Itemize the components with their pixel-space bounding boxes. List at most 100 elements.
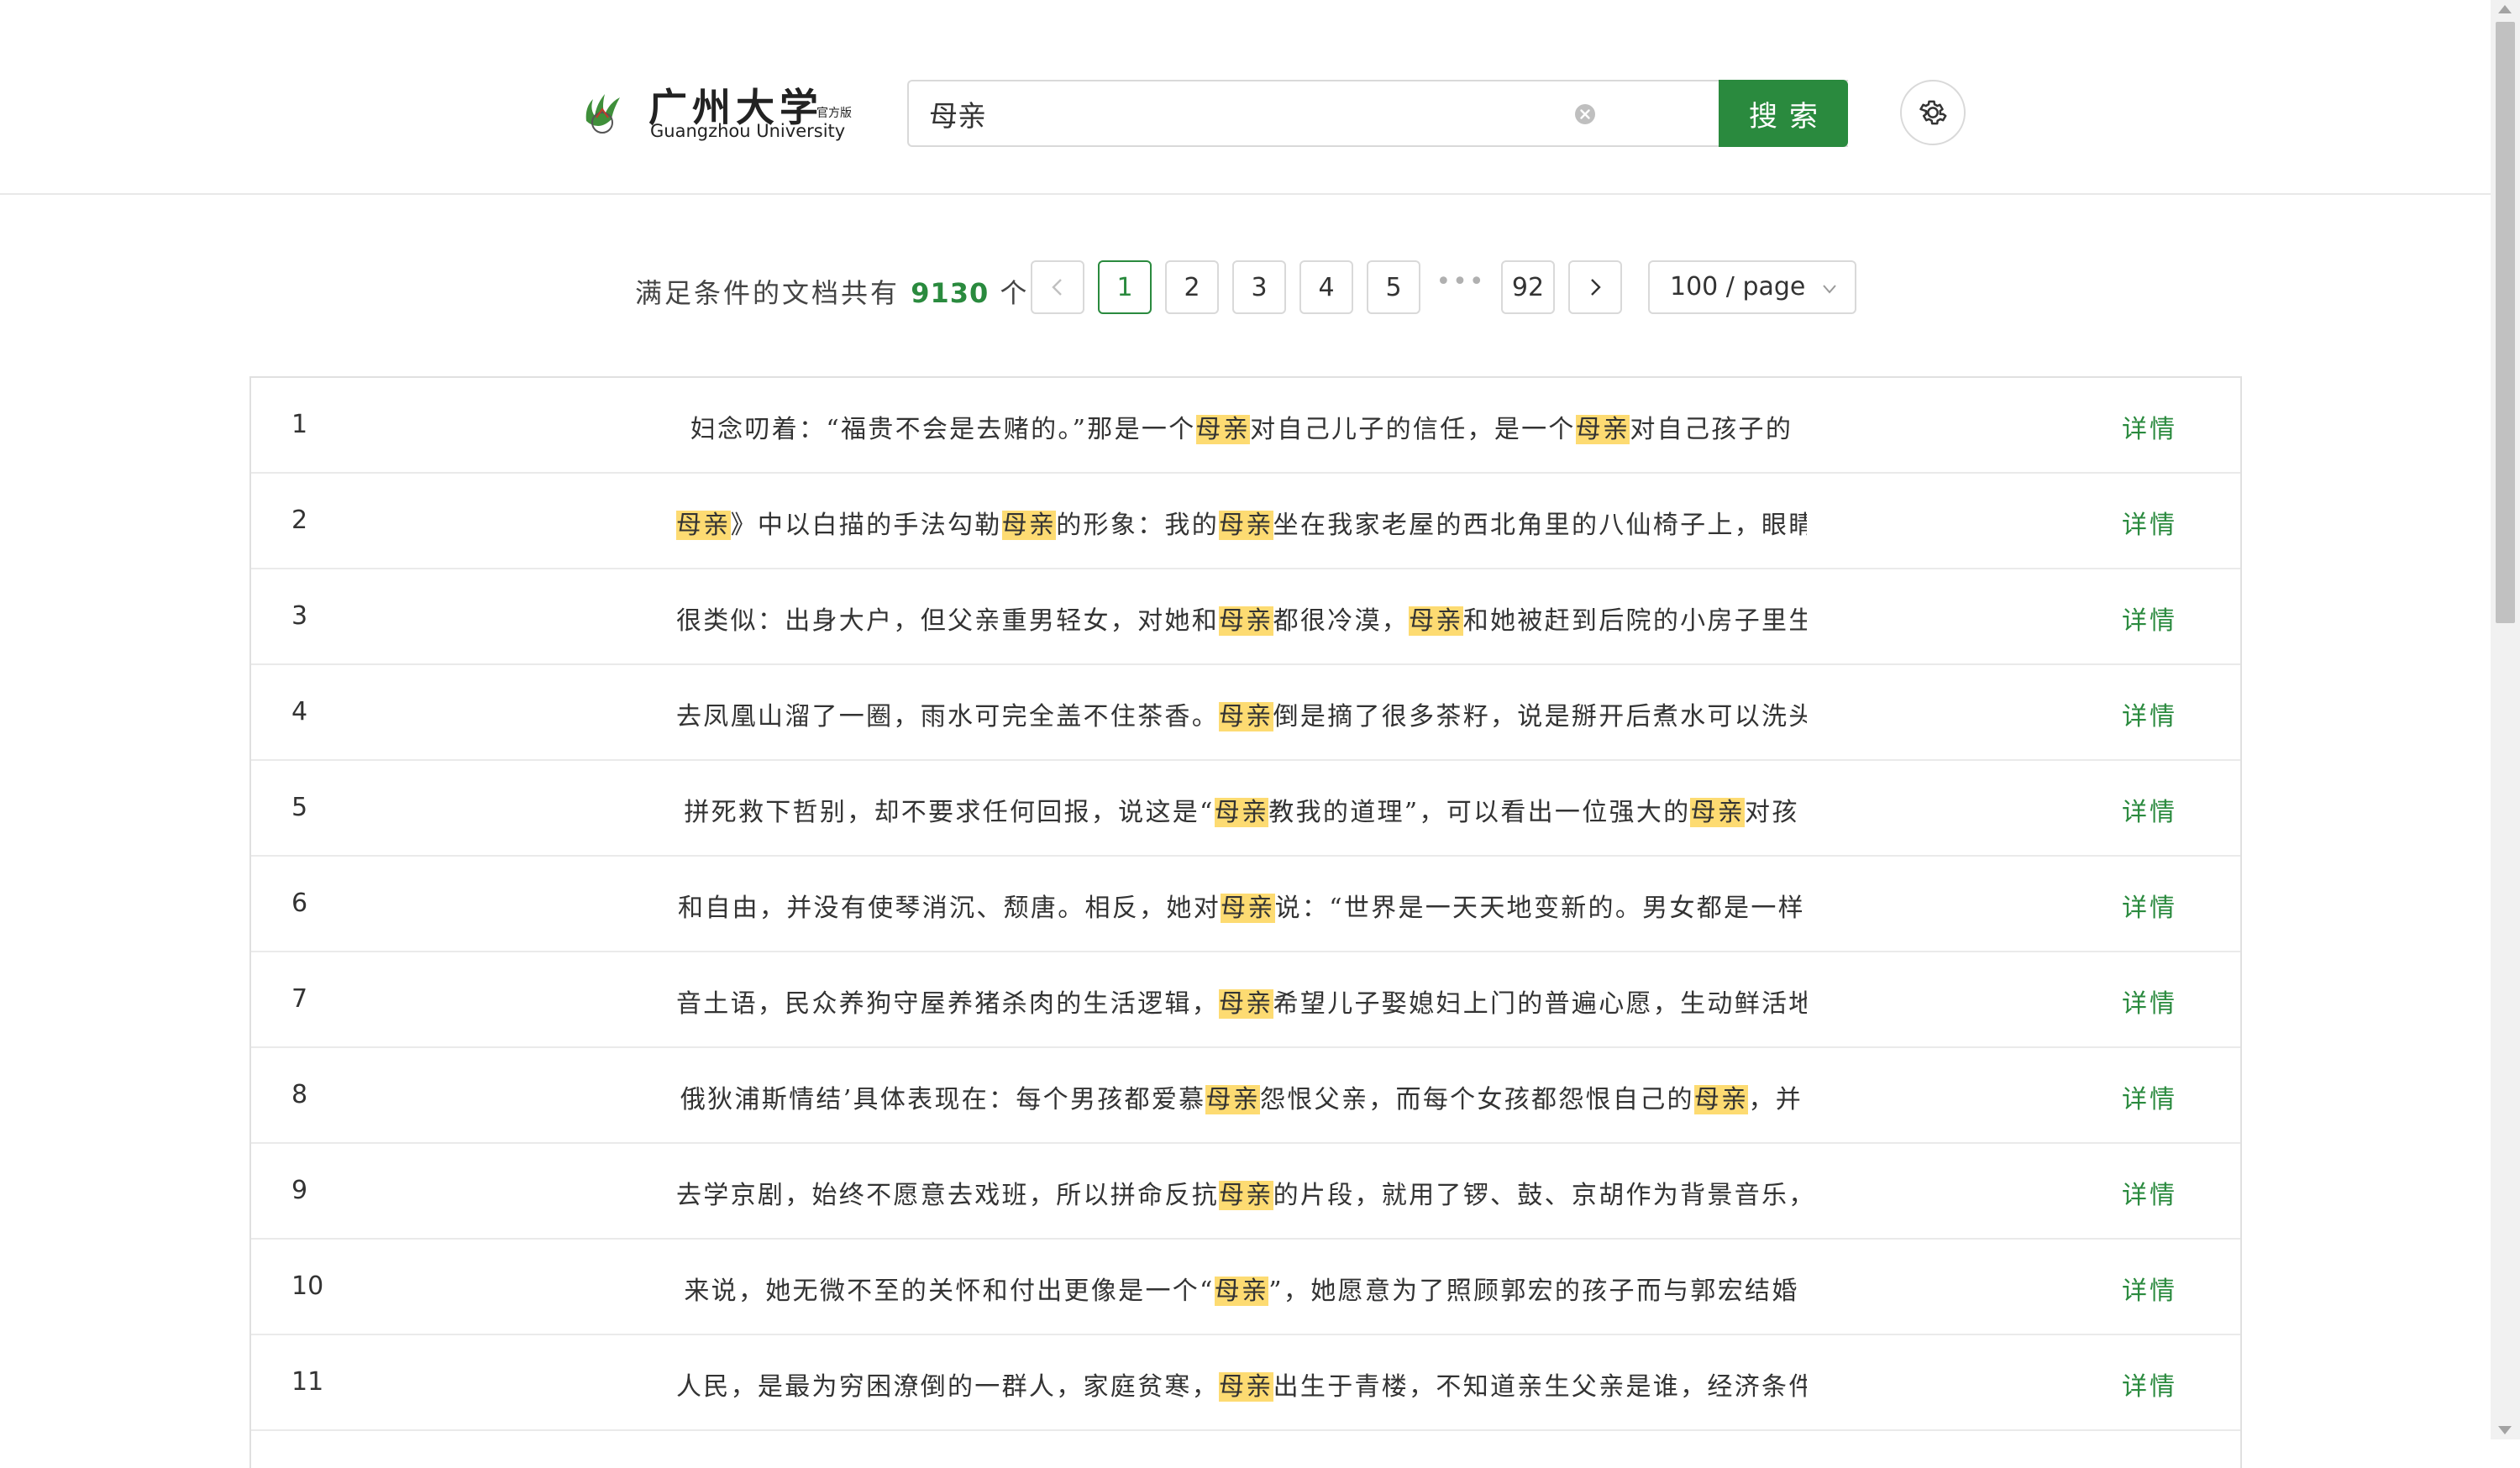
row-index: 5 [291, 793, 308, 822]
scroll-up-arrow-icon[interactable] [2498, 5, 2512, 13]
table-row: 1 妇念叨着：“福贵不会是去赌的。”那是一个母亲对自己儿子的信任，是一个母亲对自己… [251, 378, 2240, 474]
table-row: 10 来说，她无微不至的关怀和付出更像是一个“母亲”，她愿意为了照顾郭宏的孩子而与… [251, 1240, 2240, 1335]
chevron-down-icon [1823, 285, 1836, 294]
chevron-right-icon [1591, 279, 1601, 296]
page-size-value: 100 / page [1670, 272, 1806, 301]
snippet-text: 都很冷漠， [1273, 606, 1410, 636]
table-row: 11 人民，是最为穷困潦倒的一群人，家庭贫寒，母亲出生于青楼，不知道亲生父亲是谁，… [251, 1335, 2240, 1431]
row-snippet: 人民，是最为穷困潦倒的一群人，家庭贫寒，母亲出生于青楼，不知道亲生父亲是谁，经济… [676, 1366, 1807, 1402]
snippet-text: 教我的道理”，可以看出一位强大的 [1268, 798, 1691, 827]
row-snippet: 俄狄浦斯情结’具体表现在：每个男孩都爱慕母亲怨恨父亲，而每个女孩都怨恨自己的母亲… [676, 1078, 1807, 1115]
row-index: 3 [291, 601, 308, 631]
row-snippet: 母亲》中以白描的手法勾勒母亲的形象：我的母亲坐在我家老屋的西北角里的八仙椅子上，… [676, 504, 1807, 541]
row-index: 7 [291, 984, 308, 1014]
vertical-scrollbar[interactable] [2491, 0, 2520, 1439]
page-ellipsis[interactable]: ••• [1434, 267, 1488, 296]
logo-small-mark: 官方版 [816, 107, 852, 120]
keyword-highlight: 母亲 [1214, 798, 1269, 827]
keyword-highlight: 母亲 [1693, 1085, 1749, 1114]
snippet-text: 去凤凰山溜了一圈，雨水可完全盖不住茶香。 [676, 702, 1219, 731]
details-link[interactable]: 详情 [2122, 887, 2177, 924]
keyword-highlight: 母亲 [1575, 415, 1630, 444]
settings-button[interactable] [1900, 80, 1966, 145]
row-snippet: 妇念叨着：“福贵不会是去赌的。”那是一个母亲对自己儿子的信任，是一个母亲对自己孩… [676, 408, 1807, 445]
snippet-text: 和自由，并没有使琴消沉、颓唐。相反，她对 [678, 894, 1221, 923]
details-link[interactable]: 详情 [2122, 1366, 2177, 1402]
snippet-text: 妇念叨着：“福贵不会是去赌的。”那是一个 [690, 415, 1196, 444]
table-row: 5 拼死救下哲别，却不要求任何回报，说这是“母亲教我的道理”，可以看出一位强大的母… [251, 761, 2240, 857]
page-size-select[interactable]: 100 / page [1648, 260, 1856, 314]
clear-icon[interactable] [1574, 103, 1596, 125]
row-index: 2 [291, 506, 308, 535]
keyword-highlight: 母亲 [1001, 511, 1057, 540]
row-snippet: 很类似：出身大户，但父亲重男轻女，对她和母亲都很冷漠，母亲和她被赶到后院的小房子… [676, 600, 1807, 637]
row-snippet: 音土语，民众养狗守屋养猪杀肉的生活逻辑，母亲希望儿子娶媳妇上门的普遍心愿，生动鲜… [676, 983, 1807, 1020]
keyword-highlight: 母亲 [1195, 415, 1251, 444]
snippet-text: ”，她愿意为了照顾郭宏的孩子而与郭宏结婚 [1268, 1277, 1799, 1306]
summary-suffix: 个 [1000, 277, 1030, 309]
page-button-1[interactable]: 1 [1098, 260, 1152, 314]
search-box: 2 / 50 [907, 80, 1848, 147]
logo-english-name: Guangzhou University [650, 121, 846, 141]
keyword-highlight: 母亲 [1690, 798, 1746, 827]
keyword-highlight: 母亲 [1219, 702, 1273, 731]
row-index: 6 [291, 889, 308, 918]
snippet-text: 来说，她无微不至的关怀和付出更像是一个“ [684, 1277, 1215, 1306]
snippet-text: 的片段，就用了锣、鼓、京胡作为背景音乐， [1273, 1181, 1807, 1210]
details-link[interactable]: 详情 [2122, 408, 2177, 445]
snippet-text: 出生于青楼，不知道亲生父亲是谁，经济条件 [1273, 1372, 1807, 1402]
page-button-2[interactable]: 2 [1165, 260, 1219, 314]
university-logo[interactable]: 广州大学 官方版 Guangzhou University [580, 74, 852, 149]
details-link[interactable]: 详情 [2122, 600, 2177, 637]
table-row: 2 母亲》中以白描的手法勾勒母亲的形象：我的母亲坐在我家老屋的西北角里的八仙椅子上… [251, 474, 2240, 569]
details-link[interactable]: 详情 [2122, 791, 2177, 828]
details-link[interactable]: 详情 [2122, 983, 2177, 1020]
top-header: 广州大学 官方版 Guangzhou University 2 / 50 搜索 [0, 0, 2491, 195]
scrollbar-thumb[interactable] [2496, 22, 2515, 623]
snippet-text: 俄狄浦斯情结’具体表现在：每个男孩都爱慕 [680, 1085, 1206, 1114]
snippet-text: 希望儿子娶媳妇上门的普遍心愿，生动鲜活地 [1273, 989, 1807, 1019]
page-button-last[interactable]: 92 [1501, 260, 1555, 314]
keyword-highlight: 母亲 [1221, 894, 1275, 923]
snippet-text: 倒是摘了很多茶籽，说是掰开后煮水可以洗头 [1273, 702, 1807, 731]
keyword-highlight: 母亲 [1214, 1277, 1269, 1306]
next-page-button[interactable] [1568, 260, 1622, 314]
snippet-text: 音土语，民众养狗守屋养猪杀肉的生活逻辑， [676, 989, 1219, 1019]
details-link[interactable]: 详情 [2122, 695, 2177, 732]
result-summary: 满足条件的文档共有 9130 个 [635, 272, 1029, 311]
snippet-text: 和她被赶到后院的小房子里生 [1462, 606, 1807, 636]
page-button-4[interactable]: 4 [1299, 260, 1353, 314]
emblem-icon [585, 94, 620, 134]
total-count: 9130 [911, 277, 990, 309]
table-row: 6 和自由，并没有使琴消沉、颓唐。相反，她对母亲说：“世界是一天天地变新的。男女都… [251, 857, 2240, 952]
table-row: 4 去凤凰山溜了一圈，雨水可完全盖不住茶香。母亲倒是摘了很多茶籽，说是掰开后煮水可… [251, 665, 2240, 761]
details-link[interactable]: 详情 [2122, 1270, 2177, 1307]
gear-icon [1919, 100, 1947, 125]
page-button-3[interactable]: 3 [1232, 260, 1286, 314]
details-link[interactable]: 详情 [2122, 1174, 2177, 1211]
details-link[interactable]: 详情 [2122, 1078, 2177, 1115]
page-button-5[interactable]: 5 [1367, 260, 1420, 314]
search-button[interactable]: 搜索 [1719, 80, 1848, 147]
row-index: 10 [291, 1271, 324, 1301]
search-input[interactable] [929, 93, 1584, 134]
row-snippet: 和自由，并没有使琴消沉、颓唐。相反，她对母亲说：“世界是一天天地变新的。男女都是… [676, 887, 1807, 924]
table-row: 7 音土语，民众养狗守屋养猪杀肉的生活逻辑，母亲希望儿子娶媳妇上门的普遍心愿，生动… [251, 952, 2240, 1048]
snippet-text: 很类似：出身大户，但父亲重男轻女，对她和 [676, 606, 1219, 636]
keyword-highlight: 母亲 [1219, 606, 1273, 636]
details-link[interactable]: 详情 [2122, 504, 2177, 541]
snippet-text: 对自己孩子的 [1630, 415, 1793, 444]
keyword-highlight: 母亲 [676, 511, 731, 540]
summary-prefix: 满足条件的文档共有 [635, 277, 900, 309]
row-snippet: 去凤凰山溜了一圈，雨水可完全盖不住茶香。母亲倒是摘了很多茶籽，说是掰开后煮水可以… [676, 695, 1807, 732]
chevron-left-icon [1052, 279, 1062, 296]
prev-page-button[interactable] [1031, 260, 1084, 314]
pagination-bar: 满足条件的文档共有 9130 个 1 2 3 4 5 ••• 92 100 / … [0, 260, 2491, 319]
table-row: 8 俄狄浦斯情结’具体表现在：每个男孩都爱慕母亲怨恨父亲，而每个女孩都怨恨自己的母… [251, 1048, 2240, 1144]
row-snippet: 来说，她无微不至的关怀和付出更像是一个“母亲”，她愿意为了照顾郭宏的孩子而与郭宏… [676, 1270, 1807, 1307]
scroll-down-arrow-icon[interactable] [2498, 1426, 2512, 1434]
keyword-highlight: 母亲 [1409, 606, 1463, 636]
row-index: 1 [291, 410, 308, 439]
row-snippet: 去学京剧，始终不愿意去戏班，所以拼命反抗母亲的片段，就用了锣、鼓、京胡作为背景音… [676, 1174, 1807, 1211]
snippet-text: 拼死救下哲别，却不要求任何回报，说这是“ [684, 798, 1215, 827]
